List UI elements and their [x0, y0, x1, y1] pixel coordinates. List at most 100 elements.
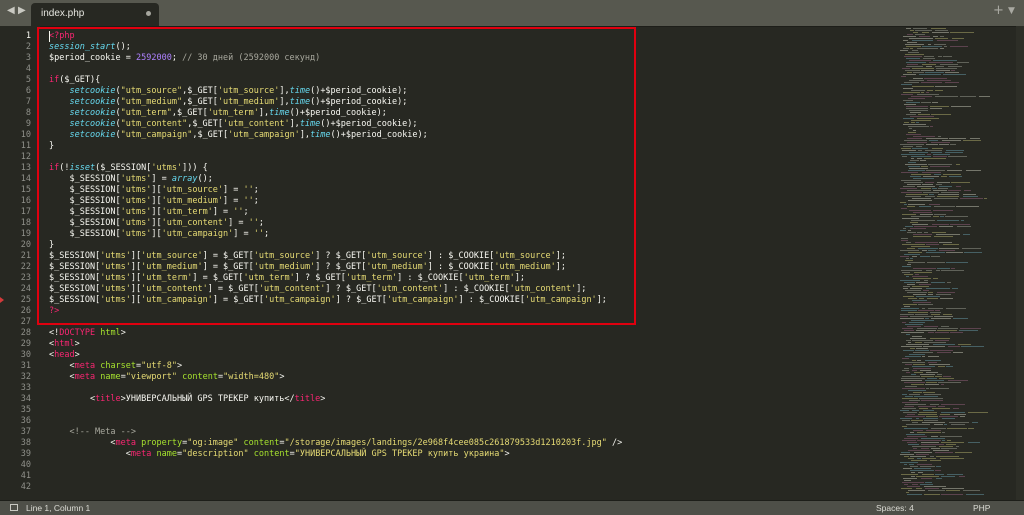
minimap-stroke — [906, 134, 921, 135]
minimap-stroke — [906, 102, 920, 103]
minimap-stroke — [925, 196, 935, 197]
minimap-stroke — [937, 220, 959, 221]
code-line[interactable]: <meta name="viewport" content="width=480… — [49, 372, 284, 383]
tab-index-php[interactable]: index.php — [31, 3, 159, 26]
minimap-stroke — [916, 282, 928, 283]
code-line[interactable]: <meta property="og:image" content="/stor… — [49, 438, 622, 449]
minimap-stroke — [930, 456, 934, 457]
plus-icon[interactable]: + — [993, 3, 1004, 18]
minimap-stroke — [910, 228, 926, 229]
minimap-stroke — [941, 176, 947, 177]
minimap-stroke — [913, 28, 927, 29]
code-line[interactable]: <meta name="description" content="УНИВЕР… — [49, 449, 510, 460]
minimap-stroke — [910, 112, 921, 113]
minimap[interactable] — [896, 26, 1016, 500]
code-line[interactable]: <head> — [49, 350, 80, 361]
minimap-stroke — [931, 282, 945, 283]
minimap-stroke — [933, 190, 947, 191]
code-line[interactable]: <html> — [49, 339, 80, 350]
minimap-stroke — [926, 388, 929, 389]
minimap-stroke — [901, 380, 922, 381]
code-line[interactable]: <title>УНИВЕРСАЛЬНЫЙ GPS ТРЕКЕР купить</… — [49, 394, 325, 405]
minimap-stroke — [941, 384, 944, 385]
minimap-stroke — [963, 234, 970, 235]
minimap-stroke — [930, 312, 941, 313]
minimap-stroke — [906, 424, 930, 425]
minimap-stroke — [956, 446, 959, 447]
code-line[interactable]: <!-- Meta --> — [49, 427, 136, 438]
minimap-stroke — [928, 490, 945, 491]
minimap-stroke — [921, 102, 931, 103]
minimap-stroke — [958, 344, 971, 345]
indentation-setting[interactable]: Spaces: 4 — [876, 502, 914, 514]
minimap-stroke — [927, 262, 945, 263]
minimap-stroke — [906, 66, 923, 67]
minimap-stroke — [928, 44, 931, 45]
minimap-stroke — [901, 474, 918, 475]
minimap-stroke — [922, 64, 936, 65]
minimap-stroke — [956, 186, 961, 187]
minimap-stroke — [912, 86, 934, 87]
line-number: 8 — [25, 108, 31, 118]
code-token: < — [49, 438, 116, 448]
minimap-stroke — [916, 488, 922, 489]
syntax-mode[interactable]: PHP — [973, 502, 990, 514]
arrow-left-icon[interactable]: ◀ — [7, 5, 15, 16]
minimap-stroke — [907, 64, 918, 65]
minimap-stroke — [922, 46, 942, 47]
minimap-stroke — [909, 168, 928, 169]
minimap-stroke — [925, 380, 944, 381]
minimap-stroke — [972, 422, 978, 423]
minimap-stroke — [914, 452, 932, 453]
chevron-down-icon[interactable]: ▼ — [1008, 6, 1015, 16]
minimap-stroke — [902, 266, 911, 267]
minimap-stroke — [906, 194, 928, 195]
minimap-stroke — [907, 436, 927, 437]
tab-close-dot-icon[interactable] — [146, 11, 151, 16]
code-token: > — [176, 361, 183, 371]
minimap-stroke — [903, 186, 915, 187]
minimap-stroke — [913, 368, 931, 369]
minimap-stroke — [901, 180, 921, 181]
minimap-stroke — [918, 114, 930, 115]
minimap-stroke — [960, 416, 965, 417]
minimap-stroke — [900, 202, 906, 203]
line-number: 41 — [20, 471, 31, 481]
minimap-stroke — [905, 260, 913, 261]
panel-icon[interactable] — [10, 504, 18, 511]
minimap-stroke — [910, 176, 921, 177]
line-number: 3 — [25, 53, 31, 63]
minimap-stroke — [926, 430, 941, 431]
minimap-stroke — [939, 416, 958, 417]
minimap-stroke — [928, 332, 934, 333]
minimap-stroke — [909, 354, 925, 355]
minimap-stroke — [930, 388, 949, 389]
vertical-scrollbar[interactable] — [1016, 26, 1024, 500]
minimap-stroke — [902, 398, 918, 399]
minimap-stroke — [904, 428, 928, 429]
minimap-stroke — [940, 64, 958, 65]
arrow-right-icon[interactable]: ▶ — [18, 5, 26, 16]
minimap-stroke — [907, 442, 917, 443]
code-line[interactable]: <!DOCTYPE html> — [49, 328, 126, 339]
minimap-stroke — [924, 78, 947, 79]
minimap-stroke — [910, 30, 914, 31]
minimap-stroke — [907, 292, 927, 293]
minimap-stroke — [909, 400, 920, 401]
minimap-stroke — [902, 68, 910, 69]
minimap-stroke — [912, 276, 928, 277]
minimap-stroke — [940, 48, 944, 49]
code-line[interactable]: <meta charset="utf-8"> — [49, 361, 182, 372]
code-token: name — [100, 372, 121, 382]
code-token: <! — [49, 328, 60, 338]
minimap-stroke — [902, 440, 916, 441]
minimap-stroke — [908, 450, 930, 451]
minimap-stroke — [902, 322, 906, 323]
minimap-stroke — [903, 88, 913, 89]
minimap-stroke — [920, 374, 935, 375]
minimap-stroke — [906, 434, 925, 435]
minimap-stroke — [916, 348, 928, 349]
minimap-stroke — [941, 326, 949, 327]
minimap-stroke — [940, 298, 953, 299]
minimap-stroke — [924, 494, 940, 495]
